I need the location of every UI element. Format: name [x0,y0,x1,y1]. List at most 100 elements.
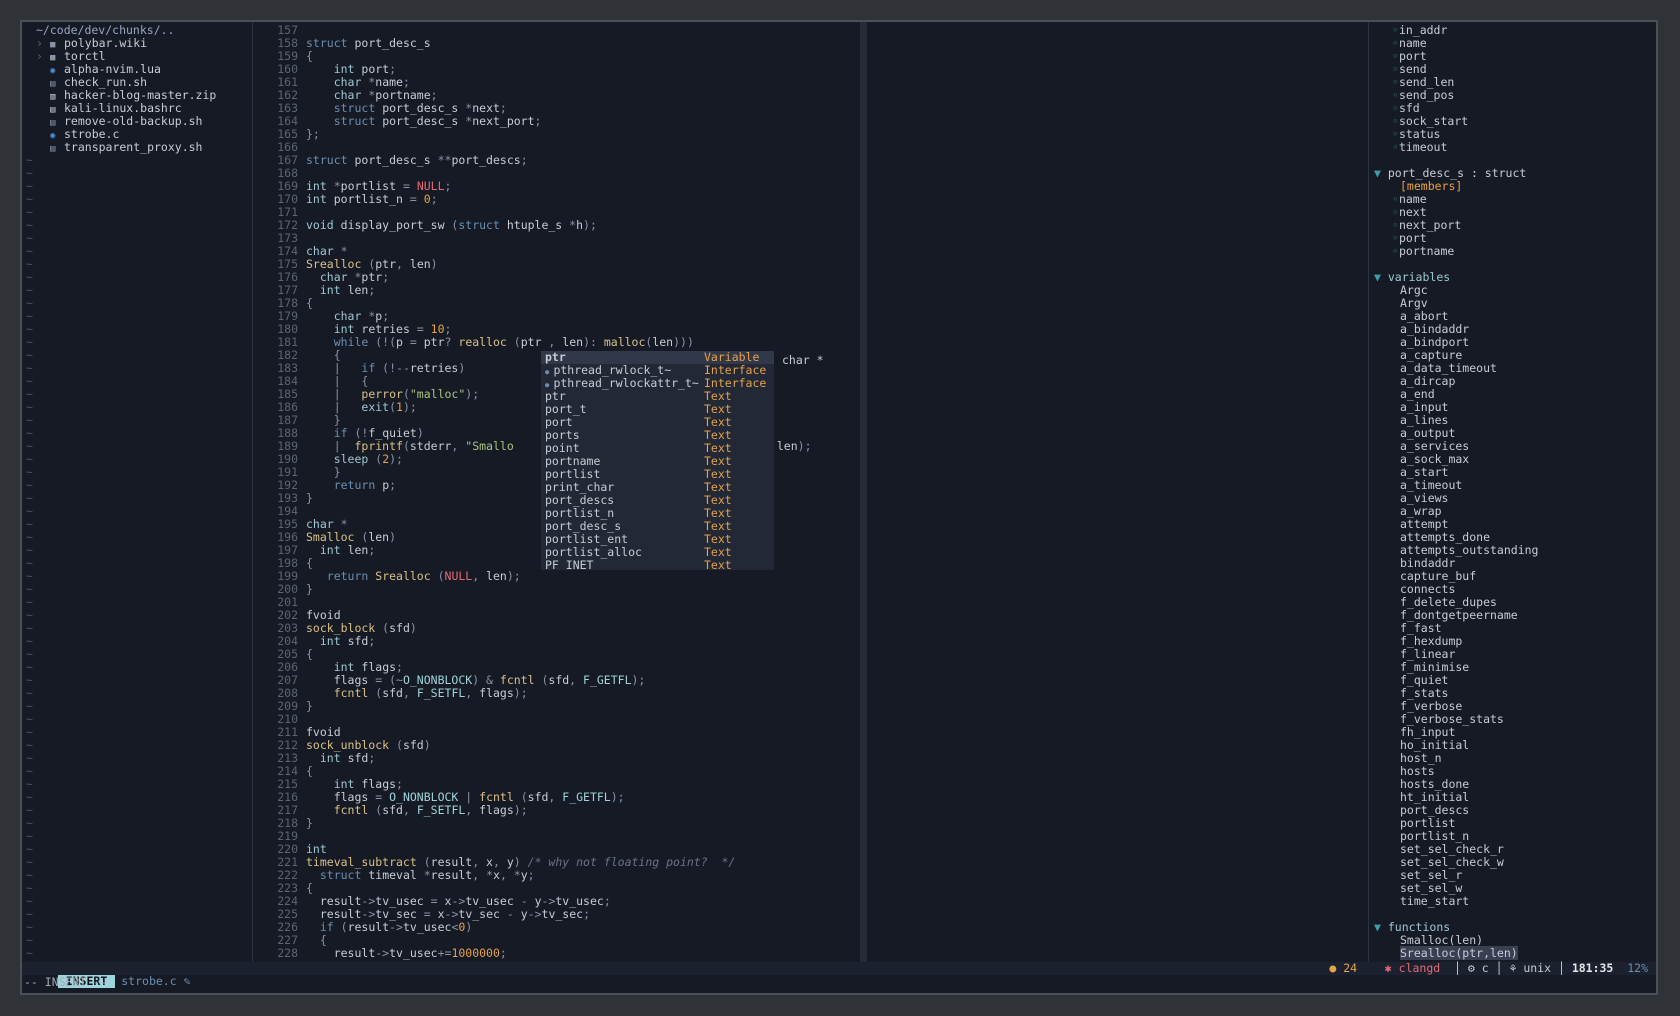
code-text: Srealloc (ptr, len) [306,257,438,271]
code-text: } [306,816,313,830]
outline-variable-label: a_bindport [1400,335,1470,349]
outline-variable-label: f_fast [1400,621,1442,635]
outline-member-label: name [1398,192,1427,206]
completion-item[interactable]: ● pthread_rwlockattr_t~ Interface [541,377,774,390]
outline-variable-label: set_sel_check_w [1400,855,1504,869]
empty-line-marker: ~ [26,712,33,726]
outline-member-label: name [1398,36,1427,50]
code-line[interactable]: 222 struct timeval *result, *x, *y; [254,869,874,882]
code-text: char * [306,244,348,258]
empty-line-marker: ~ [26,166,33,180]
outline-variable-label: a_dircap [1400,374,1456,388]
code-line[interactable]: 208 fcntl (sfd, F_SETFL, flags); [254,687,874,700]
code-text: }; [306,127,320,141]
outline-variable[interactable]: time_start [1370,894,1656,908]
outline-member[interactable]: ◦timeout [1370,141,1656,154]
member-dot-icon: ◦ [1392,205,1399,219]
empty-line-marker: ~ [26,725,33,739]
code-line[interactable]: 170 int portlist_n = 0; [254,193,874,206]
outline-variable-label: time_start [1400,894,1470,908]
empty-line-marker: ~ [26,361,33,375]
code-text: result->tv_usec+=1000000; [333,946,507,960]
editor-scrollbar[interactable] [860,22,867,962]
code-text: { [306,556,313,570]
outline-variable-label: f_minimise [1400,660,1470,674]
code-text: return Srealloc (NULL, len); [326,569,521,583]
code-text: { [306,933,327,947]
code-text: struct port_desc_s *next_port; [333,114,542,128]
code-line[interactable]: 177 int len; [254,284,874,297]
code-line[interactable]: 217 fcntl (sfd, F_SETFL, flags); [254,804,874,817]
code-line[interactable]: 158 struct port_desc_s [254,37,874,50]
command-line[interactable]: -- INSERT -- [22,975,1656,989]
code-text: return p; [333,478,397,492]
line-number: 228 [277,946,298,960]
expand-caret-icon[interactable]: › [36,50,50,63]
code-line[interactable]: 209} [254,700,874,713]
code-text: char *name; [333,75,410,89]
status-right: ● 24 ✱ clangd │ ⚙ c │ ⚘ unix │ 181:35 12… [1329,961,1648,975]
completion-text: pthread_rwlock_t~ [553,363,672,377]
completion-text: portlist [545,467,601,481]
outline-variable-label: Argc [1400,283,1428,297]
symbol-outline: ◦in_addr ◦name ◦port ◦send ◦send_len ◦send_po… [1370,24,1656,962]
code-line[interactable]: 164 struct port_desc_s *next_port; [254,115,874,128]
code-line[interactable]: 204 int sfd; [254,635,874,648]
completion-text: PF_INET [545,558,594,571]
tree-item[interactable]: › ■ polybar.wiki [22,37,252,51]
completion-popup[interactable]: ptr Variable ● pthread_rwlock_t~ Interface ●… [541,351,774,570]
code-line[interactable]: 228 result->tv_usec+=1000000; [254,947,874,960]
outline-member-label: send_len [1398,75,1455,89]
empty-line-marker: ~ [26,647,33,661]
empty-line-marker: ~ [26,517,33,531]
code-line[interactable]: 167 struct port_desc_s **port_descs; [254,154,874,167]
outline-variable-label: ho_initial [1400,738,1470,752]
code-line[interactable]: 200} [254,583,874,596]
code-line[interactable]: 226 if (result->tv_usec<0) [254,921,874,934]
completion-text: portlist_alloc [545,545,642,559]
code-text: | perror("malloc"); [306,387,480,401]
tree-item-label: remove-old-backup.sh [64,114,203,128]
outline-variable-label: a_lines [1400,413,1449,427]
outline-functions-group-label: functions [1387,920,1451,934]
member-dot-icon: ◦ [1392,244,1399,258]
tree-item[interactable]: ▤ transparent_proxy.sh [22,141,252,155]
outline-function-label: Smalloc(len) [1400,933,1484,947]
completion-item[interactable]: port_t Text [541,403,774,416]
outline-function[interactable]: Srealloc(ptr,len) [1370,946,1656,960]
code-line[interactable]: 210 [254,713,874,726]
code-text: if (!f_quiet) [333,426,424,440]
code-line[interactable]: 213 int sfd; [254,752,874,765]
member-dot-icon: ◦ [1392,218,1399,232]
outline-variable-label: port_descs [1400,803,1470,817]
outline-variable-label: f_quiet [1400,673,1449,687]
empty-line-marker: ~ [26,413,33,427]
code-line[interactable]: 201 [254,596,874,609]
code-line[interactable]: 181 while (!(p = ptr? realloc (ptr , len… [254,336,874,349]
code-text: result->tv_sec = x->tv_sec - y->tv_sec; [319,907,590,921]
code-line[interactable]: 172 void display_port_sw (struct htuple_s… [254,219,874,232]
code-text: while (!(p = ptr? realloc (ptr , len): m… [333,335,694,349]
code-line[interactable]: 165}; [254,128,874,141]
outline-variable-label: portlist [1400,816,1456,830]
lsp-icon: ✱ [1357,961,1399,975]
code-text: int len; [319,543,376,557]
tree-item[interactable]: ▤ remove-old-backup.sh [22,114,252,129]
outline-variable-label: a_start [1400,465,1449,479]
code-line[interactable]: 199 return Srealloc (NULL, len); [254,570,874,583]
code-text: } [306,413,341,427]
code-text: fvoid [306,608,341,622]
code-text: | { [306,374,369,388]
empty-line-marker: ~ [26,582,33,596]
outline-member-label: sock_start [1398,114,1469,128]
outline-member[interactable]: ◦portname [1370,244,1656,258]
code-text: sock_unblock (sfd) [306,738,431,752]
code-text: int port; [333,62,397,76]
code-line[interactable]: 219 [254,830,874,843]
code-text: int retries = 10; [333,322,452,336]
code-text: { [306,647,313,661]
code-line[interactable]: 218} [254,817,874,830]
member-dot-icon: ◦ [1392,49,1399,63]
code-text: flags = (~O_NONBLOCK) & fcntl (sfd, F_GE… [333,673,646,687]
completion-item[interactable]: PF_INET Text [541,558,774,571]
